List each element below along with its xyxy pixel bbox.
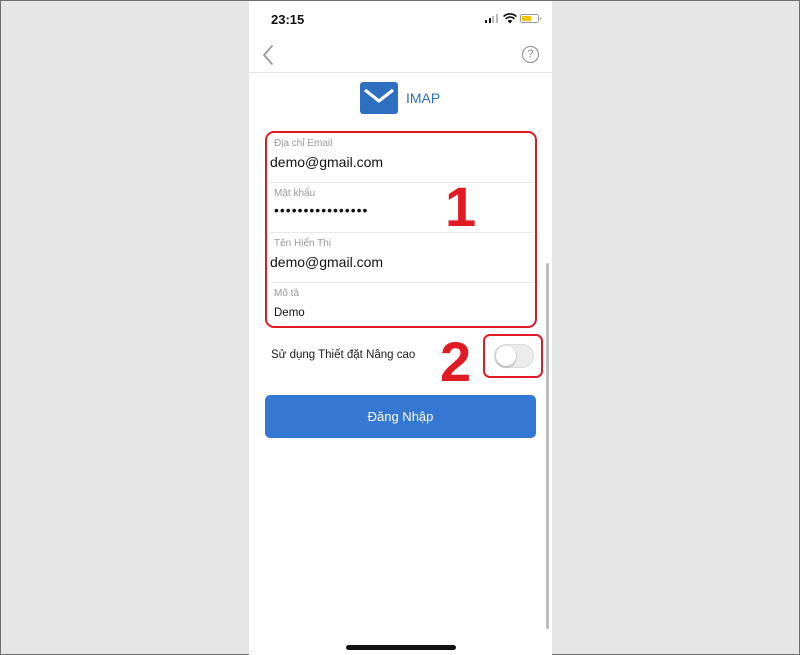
description-field-label: Mô tả	[274, 288, 300, 299]
step-1-annotation: 1	[445, 175, 477, 238]
description-field[interactable]: Mô tả Demo	[269, 283, 533, 333]
advanced-settings-label: Sử dụng Thiết đặt Nâng cao	[271, 349, 416, 361]
advanced-settings-toggle[interactable]	[494, 344, 534, 368]
provider-name: IMAP	[406, 90, 441, 106]
home-indicator[interactable]	[346, 645, 456, 650]
login-button[interactable]: Đăng Nhập	[265, 395, 536, 438]
back-chevron-icon[interactable]	[261, 44, 275, 66]
nav-bar: ?	[249, 37, 552, 73]
wifi-icon	[503, 13, 517, 24]
email-field-label: Địa chỉ Email	[274, 138, 333, 149]
toggle-knob	[496, 346, 516, 366]
email-field[interactable]: Địa chỉ Email demo@gmail.com	[269, 133, 533, 183]
password-field-value: ••••••••••••••••	[274, 202, 369, 218]
description-field-value: Demo	[274, 307, 305, 319]
provider-header: IMAP	[249, 81, 552, 115]
mail-icon	[360, 82, 398, 114]
display-name-field-value: demo@gmail.com	[270, 254, 384, 270]
password-field[interactable]: Mật khẩu ••••••••••••••••	[269, 183, 533, 233]
status-bar: 23:15	[249, 1, 552, 37]
phone-screen: 23:15 ? IMAP Địa chỉ Email demo@gmail.co…	[249, 1, 552, 655]
password-field-label: Mật khẩu	[274, 188, 316, 199]
advanced-settings-row: Sử dụng Thiết đặt Nâng cao 2	[249, 334, 552, 390]
display-name-field-label: Tên Hiển Thị	[274, 238, 332, 249]
status-time: 23:15	[271, 12, 305, 27]
account-form: Địa chỉ Email demo@gmail.com Mật khẩu ••…	[265, 131, 537, 328]
display-name-field[interactable]: Tên Hiển Thị demo@gmail.com	[269, 233, 533, 283]
cellular-signal-icon	[485, 14, 499, 23]
battery-icon	[520, 14, 541, 23]
email-field-value: demo@gmail.com	[270, 154, 384, 170]
step-2-annotation: 2	[440, 330, 472, 393]
scrollbar[interactable]	[546, 263, 549, 629]
help-icon[interactable]: ?	[522, 46, 539, 63]
toggle-highlight	[483, 334, 543, 378]
